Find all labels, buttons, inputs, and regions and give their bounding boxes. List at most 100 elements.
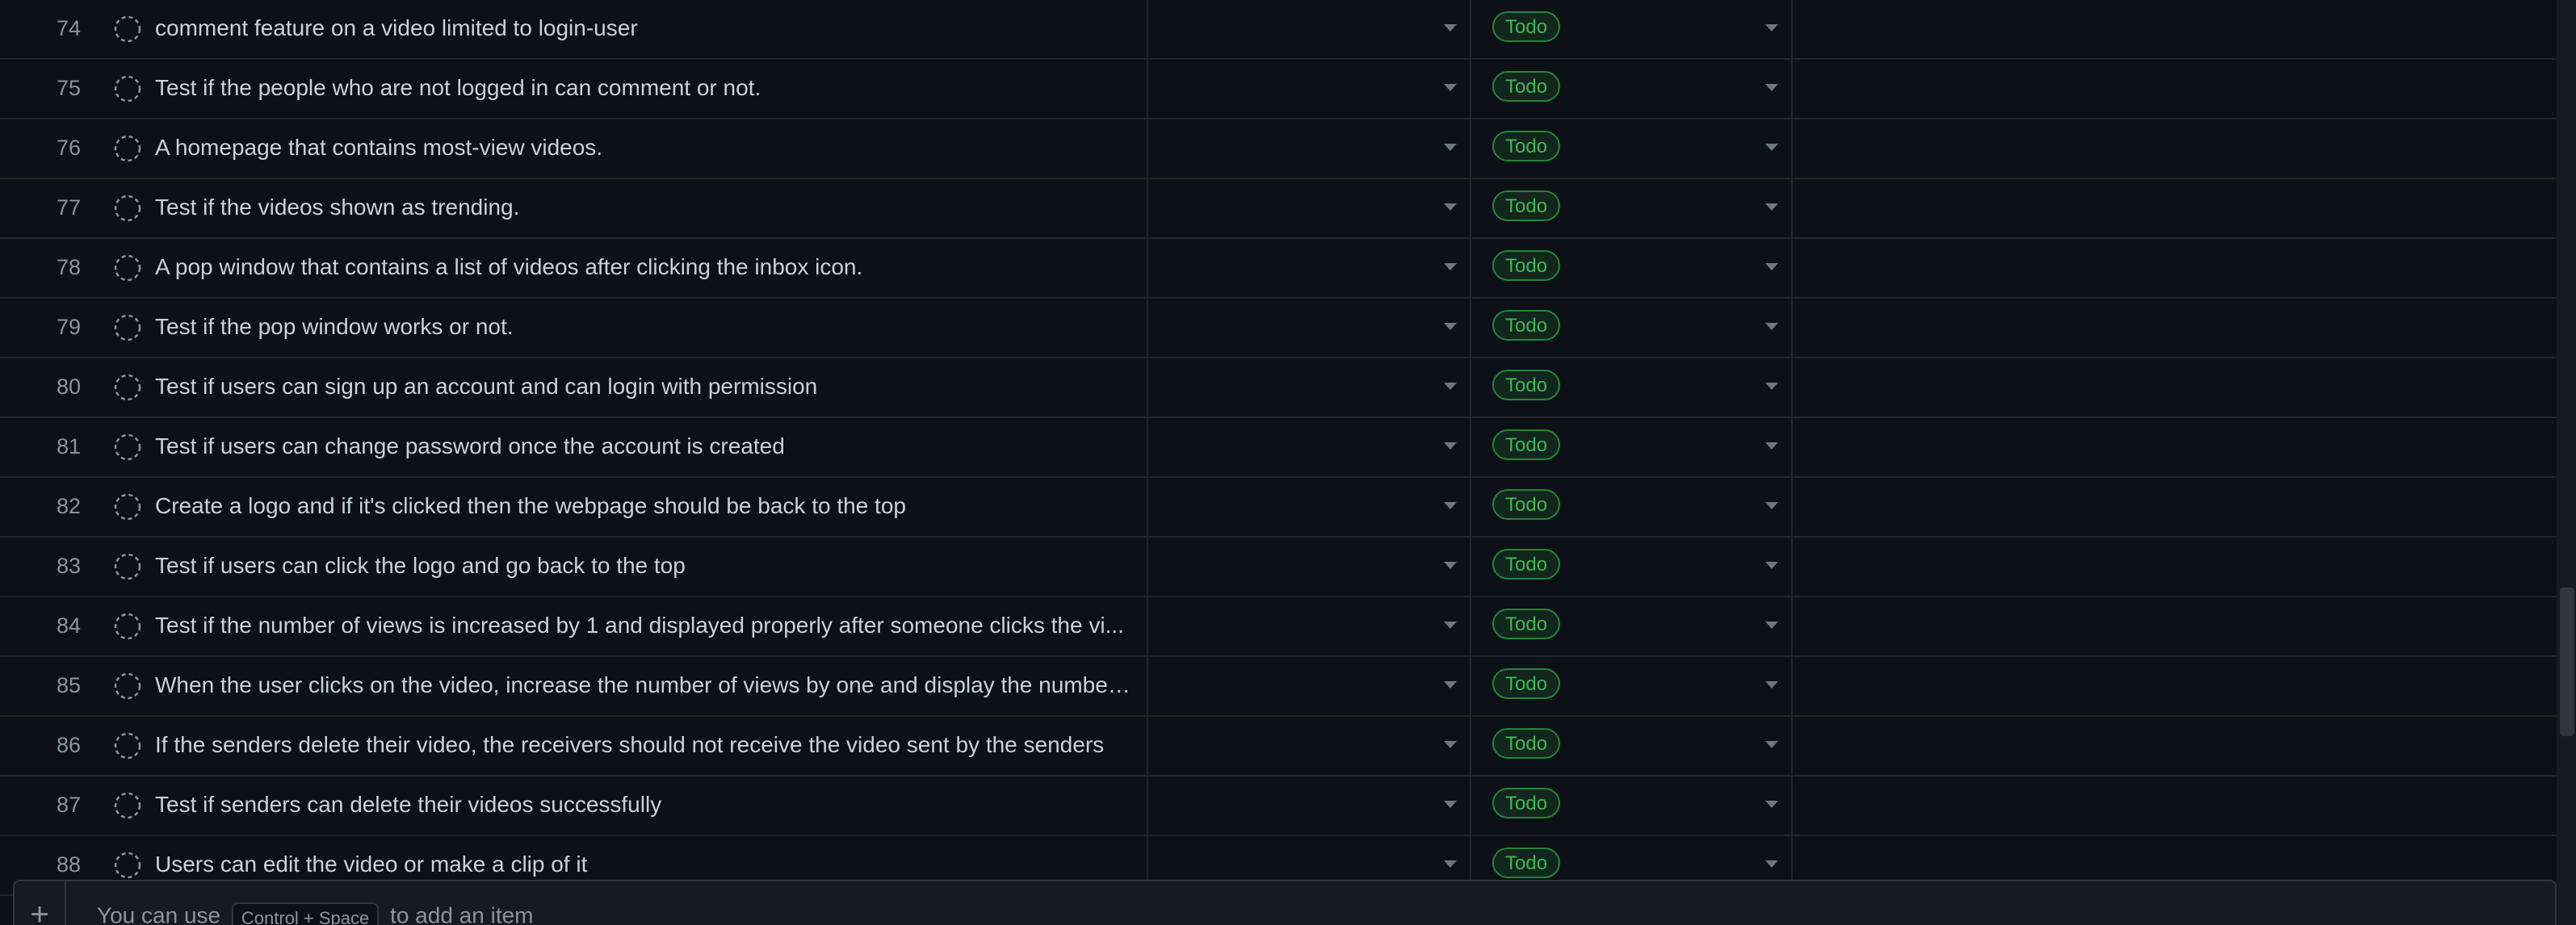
table-row[interactable]: 75 Test if the people who are not logged … (0, 60, 2557, 119)
chevron-down-icon[interactable] (1444, 84, 1457, 91)
chevron-down-icon[interactable] (1444, 323, 1457, 330)
table-row[interactable]: 74 comment feature on a video limited to … (0, 0, 2557, 60)
item-title[interactable]: Test if the number of views is increased… (155, 597, 1132, 655)
chevron-down-icon[interactable] (1765, 24, 1778, 31)
chevron-down-icon[interactable] (1765, 203, 1778, 211)
chevron-down-icon[interactable] (1444, 622, 1457, 629)
draft-issue-icon (114, 493, 141, 521)
field-cell-empty[interactable] (1147, 358, 1470, 416)
row-number: 74 (56, 16, 81, 40)
field-cell-empty[interactable] (1147, 597, 1470, 655)
status-cell[interactable]: Todo (1470, 418, 1793, 476)
chevron-down-icon[interactable] (1765, 741, 1778, 748)
chevron-down-icon[interactable] (1765, 562, 1778, 569)
chevron-down-icon[interactable] (1765, 681, 1778, 689)
chevron-down-icon[interactable] (1444, 144, 1457, 151)
chevron-down-icon[interactable] (1765, 144, 1778, 151)
chevron-down-icon[interactable] (1765, 323, 1778, 330)
field-cell-empty[interactable] (1147, 478, 1470, 536)
status-cell[interactable]: Todo (1470, 299, 1793, 357)
status-cell[interactable]: Todo (1470, 538, 1793, 596)
field-cell-empty[interactable] (1147, 60, 1470, 118)
item-title[interactable]: Test if the people who are not logged in… (155, 60, 1132, 118)
add-item-hint: You can use Control + Space to add an it… (97, 902, 534, 925)
chevron-down-icon[interactable] (1765, 801, 1778, 808)
field-cell-empty[interactable] (1147, 239, 1470, 297)
row-number: 79 (56, 315, 81, 339)
item-title[interactable]: When the user clicks on the video, incre… (155, 657, 1132, 715)
table-row[interactable]: 84 Test if the number of views is increas… (0, 597, 2557, 657)
field-cell-empty[interactable] (1147, 418, 1470, 476)
draft-issue-icon (114, 75, 141, 103)
vertical-scrollbar[interactable] (2557, 0, 2576, 925)
scrollbar-thumb[interactable] (2560, 588, 2574, 736)
table-row[interactable]: 77 Test if the videos shown as trending. T… (0, 179, 2557, 239)
status-cell[interactable]: Todo (1470, 776, 1793, 835)
field-cell-empty[interactable] (1147, 0, 1470, 58)
status-cell[interactable]: Todo (1470, 597, 1793, 655)
chevron-down-icon[interactable] (1765, 442, 1778, 450)
chevron-down-icon[interactable] (1444, 203, 1457, 211)
chevron-down-icon[interactable] (1444, 24, 1457, 31)
chevron-down-icon[interactable] (1765, 622, 1778, 629)
table-row[interactable]: 79 Test if the pop window works or not. To… (0, 299, 2557, 358)
item-title[interactable]: Test if users can sign up an account and… (155, 358, 1132, 416)
item-title[interactable]: Test if the videos shown as trending. (155, 179, 1132, 237)
chevron-down-icon[interactable] (1765, 84, 1778, 91)
table-row[interactable]: 80 Test if users can sign up an account a… (0, 358, 2557, 418)
status-cell[interactable]: Todo (1470, 60, 1793, 118)
draft-issue-icon (114, 314, 141, 341)
field-cell-empty[interactable] (1147, 717, 1470, 775)
item-title[interactable]: Test if the pop window works or not. (155, 299, 1132, 357)
field-cell-empty[interactable] (1147, 538, 1470, 596)
chevron-down-icon[interactable] (1765, 502, 1778, 509)
add-item-hint-suffix: to add an item (390, 902, 534, 925)
item-title[interactable]: A homepage that contains most-view video… (155, 119, 1132, 178)
status-cell[interactable]: Todo (1470, 0, 1793, 58)
chevron-down-icon[interactable] (1444, 263, 1457, 270)
plus-icon[interactable]: + (15, 881, 66, 925)
status-cell[interactable]: Todo (1470, 478, 1793, 536)
chevron-down-icon[interactable] (1444, 860, 1457, 868)
item-title[interactable]: A pop window that contains a list of vid… (155, 239, 1132, 297)
item-title[interactable]: Test if senders can delete their videos … (155, 776, 1132, 835)
chevron-down-icon[interactable] (1765, 383, 1778, 390)
table-row[interactable]: 86 If the senders delete their video, the… (0, 717, 2557, 776)
table-row[interactable]: 87 Test if senders can delete their video… (0, 776, 2557, 836)
status-cell[interactable]: Todo (1470, 717, 1793, 775)
chevron-down-icon[interactable] (1765, 860, 1778, 868)
item-title[interactable]: Create a logo and if it's clicked then t… (155, 478, 1132, 536)
status-cell[interactable]: Todo (1470, 358, 1793, 416)
table-row[interactable]: 85 When the user clicks on the video, inc… (0, 657, 2557, 717)
item-title[interactable]: comment feature on a video limited to lo… (155, 0, 1132, 58)
table-row[interactable]: 82 Create a logo and if it's clicked then… (0, 478, 2557, 538)
chevron-down-icon[interactable] (1444, 741, 1457, 748)
add-item-bar[interactable]: + You can use Control + Space to add an … (13, 880, 2557, 925)
chevron-down-icon[interactable] (1444, 383, 1457, 390)
field-cell-empty[interactable] (1147, 299, 1470, 357)
item-title[interactable]: If the senders delete their video, the r… (155, 717, 1132, 775)
status-cell[interactable]: Todo (1470, 239, 1793, 297)
table-row[interactable]: 78 A pop window that contains a list of v… (0, 239, 2557, 299)
item-title[interactable]: Test if users can click the logo and go … (155, 538, 1132, 596)
chevron-down-icon[interactable] (1444, 681, 1457, 689)
chevron-down-icon[interactable] (1444, 502, 1457, 509)
field-cell-empty[interactable] (1147, 179, 1470, 237)
row-number: 75 (56, 76, 81, 100)
chevron-down-icon[interactable] (1444, 801, 1457, 808)
chevron-down-icon[interactable] (1444, 442, 1457, 450)
field-cell-empty[interactable] (1147, 119, 1470, 178)
status-cell[interactable]: Todo (1470, 119, 1793, 178)
field-cell-empty[interactable] (1147, 776, 1470, 835)
table-row[interactable]: 76 A homepage that contains most-view vid… (0, 119, 2557, 179)
status-cell[interactable]: Todo (1470, 657, 1793, 715)
table-row[interactable]: 83 Test if users can click the logo and g… (0, 538, 2557, 597)
status-cell[interactable]: Todo (1470, 179, 1793, 237)
field-cell-empty[interactable] (1147, 657, 1470, 715)
items-table: 74 comment feature on a video limited to … (0, 0, 2557, 896)
chevron-down-icon[interactable] (1765, 263, 1778, 270)
chevron-down-icon[interactable] (1444, 562, 1457, 569)
table-row[interactable]: 81 Test if users can change password once… (0, 418, 2557, 478)
item-title[interactable]: Test if users can change password once t… (155, 418, 1132, 476)
row-number: 76 (56, 136, 81, 160)
